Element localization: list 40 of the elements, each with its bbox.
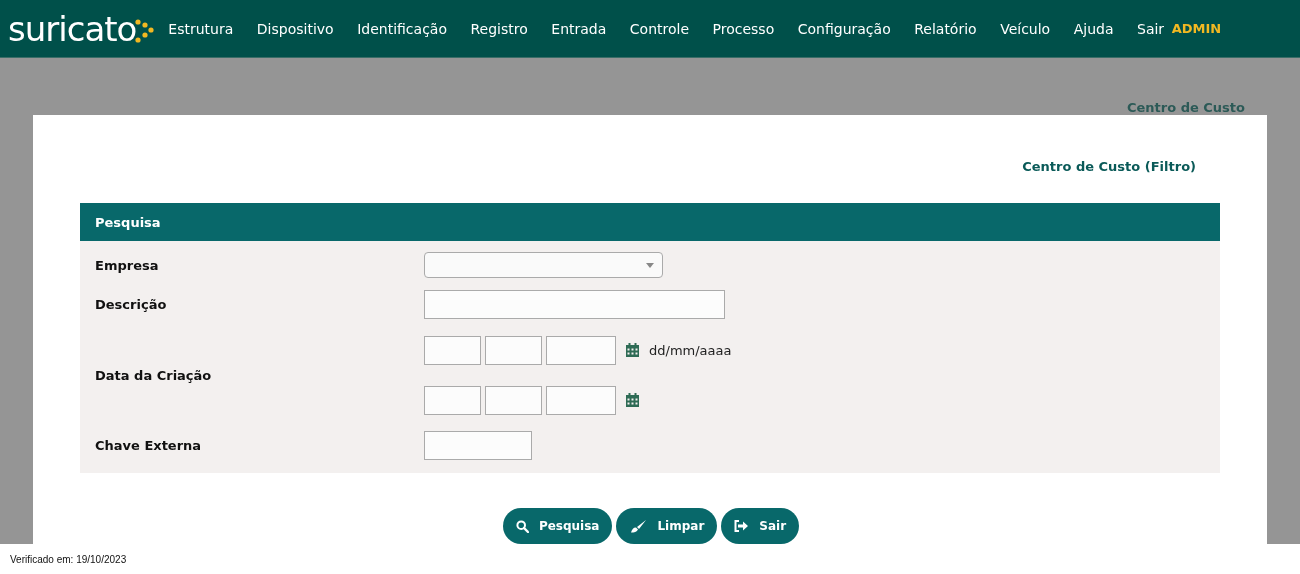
month-field[interactable] (485, 335, 542, 365)
exit-icon (734, 520, 750, 532)
calendar-icon[interactable] (626, 393, 639, 407)
nav-link[interactable]: Veículo (1000, 20, 1051, 37)
nav-link[interactable]: Configuração (797, 20, 891, 37)
input-field[interactable] (424, 289, 725, 319)
company-dropdown[interactable] (424, 252, 663, 278)
nav-link[interactable]: Identificação (357, 20, 447, 37)
year-field[interactable] (546, 385, 616, 415)
nav-link[interactable]: Entrada (551, 20, 607, 37)
nav-link[interactable]: Estrutura (168, 20, 234, 37)
day-field[interactable] (424, 335, 481, 365)
date-format-hint: dd/mm/aaaa (649, 342, 732, 358)
field-label: Empresa (94, 257, 160, 273)
user-name: ADMIN (1171, 21, 1222, 36)
exit-button[interactable]: Sair (721, 508, 800, 544)
year-field[interactable] (546, 335, 616, 365)
clear-button[interactable]: Limpar (616, 508, 718, 544)
nav-link[interactable]: Controle (629, 20, 690, 37)
nav-link[interactable]: Sair (1137, 20, 1165, 37)
nav-link[interactable]: Relatório (914, 20, 977, 37)
nav-link[interactable]: Ajuda (1073, 20, 1114, 37)
month-field[interactable] (485, 385, 542, 415)
page-title: Centro de Custo (Filtro) (1021, 159, 1196, 176)
panel-header: Pesquisa (80, 203, 1220, 241)
breadcrumb: Centro de Custo (1125, 99, 1246, 115)
field-label: Descrição (94, 296, 168, 312)
input-field[interactable] (424, 430, 532, 460)
nav-link[interactable]: Processo (712, 20, 775, 37)
nav-link[interactable]: Dispositivo (256, 20, 334, 37)
search-icon (515, 519, 529, 533)
logo-text[interactable]: suricato (8, 11, 137, 46)
nav-link[interactable]: Registro (470, 20, 528, 37)
search-button[interactable]: Pesquisa (502, 508, 613, 544)
day-field[interactable] (424, 385, 481, 415)
brush-icon (629, 519, 648, 533)
calendar-icon[interactable] (626, 343, 639, 357)
field-label: Chave Externa (94, 437, 203, 453)
caret-icon (646, 262, 654, 268)
field-label: Data da Criação (94, 367, 213, 383)
